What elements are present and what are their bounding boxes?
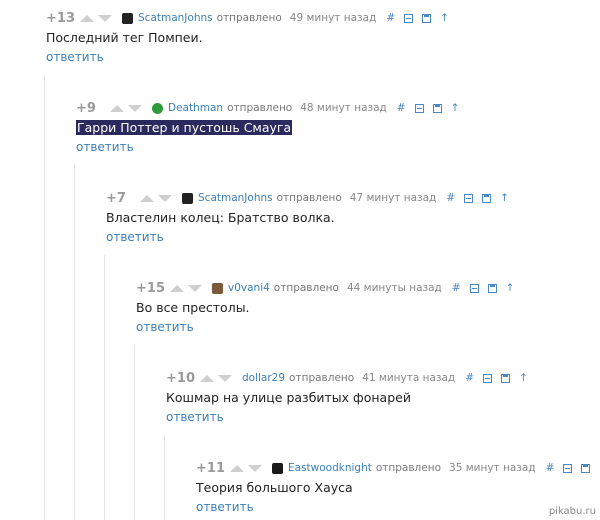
comment-rating: +15 (136, 280, 165, 296)
comment-text-span: Гарри Поттер и пустошь Смауга (76, 120, 293, 135)
avatar-icon (152, 102, 163, 114)
avatar-icon (212, 282, 223, 294)
reply-link[interactable]: ответить (166, 410, 224, 424)
downvote-icon[interactable] (248, 464, 262, 472)
upvote-icon[interactable] (110, 104, 124, 112)
downvote-icon[interactable] (218, 374, 232, 382)
comment-author[interactable]: Deathman (168, 102, 223, 114)
comment-time: 48 минут назад (300, 102, 387, 114)
collapse-icon[interactable] (469, 283, 479, 293)
downvote-icon[interactable] (128, 104, 142, 112)
avatar-icon (272, 462, 283, 474)
comment-text-span: Последний тег Помпеи. (46, 30, 203, 45)
comment-time: 49 минут назад (289, 12, 377, 24)
collapse-icon[interactable] (414, 103, 424, 113)
save-icon[interactable] (432, 103, 442, 113)
comment-rating: +9 (76, 100, 96, 116)
save-icon[interactable] (422, 13, 432, 23)
collapse-icon[interactable] (563, 463, 573, 473)
avatar-icon (182, 192, 193, 204)
save-icon[interactable] (501, 373, 511, 383)
parent-arrow-icon[interactable]: ↑ (500, 193, 509, 204)
permalink-icon[interactable]: # (546, 463, 555, 474)
comment-text: Во все престолы. (136, 300, 250, 315)
sent-label: отправлено (273, 282, 339, 294)
sent-label: отправлено (227, 102, 293, 114)
comment-author[interactable]: ScatmanJohns (198, 192, 273, 204)
comment-text: Властелин колец: Братство волка. (106, 210, 335, 225)
thread-line (164, 435, 165, 520)
reply-link[interactable]: ответить (46, 50, 104, 64)
parent-arrow-icon[interactable]: ↑ (519, 373, 528, 384)
comment-rating: +10 (166, 370, 195, 386)
parent-arrow-icon[interactable]: ↑ (451, 103, 460, 114)
parent-arrow-icon[interactable]: ↑ (440, 13, 449, 24)
save-icon[interactable] (487, 283, 497, 293)
collapse-icon[interactable] (464, 193, 474, 203)
comment-author[interactable]: ScatmanJohns (138, 12, 213, 24)
thread-line (104, 255, 105, 520)
save-icon[interactable] (581, 463, 591, 473)
reply-link[interactable]: ответить (76, 140, 134, 154)
downvote-icon[interactable] (158, 194, 172, 202)
permalink-icon[interactable]: # (446, 193, 455, 204)
comment-text-span: Во все престолы. (136, 300, 250, 315)
comment-time: 35 минут назад (449, 462, 536, 474)
thread-line (134, 345, 135, 520)
comments-page: { "comments": [ {"rating":"+13","author"… (0, 0, 600, 520)
comment-rating: +11 (196, 460, 225, 476)
upvote-icon[interactable] (80, 14, 94, 22)
save-icon[interactable] (482, 193, 492, 203)
comment-text-span: Властелин колец: Братство волка. (106, 210, 335, 225)
reply-link[interactable]: ответить (136, 320, 194, 334)
comment-time: 41 минута назад (362, 372, 456, 384)
sent-label: отправлено (375, 462, 442, 474)
collapse-icon[interactable] (404, 13, 414, 23)
comment-text-span: Кошмар на улице разбитых фонарей (166, 390, 411, 405)
collapse-icon[interactable] (483, 373, 493, 383)
reply-link[interactable]: ответить (106, 230, 164, 244)
upvote-icon[interactable] (230, 464, 244, 472)
permalink-icon[interactable]: # (397, 103, 406, 114)
watermark: pikabu.ru (548, 506, 596, 517)
comment-text: Кошмар на улице разбитых фонарей (166, 390, 411, 405)
upvote-icon[interactable] (140, 194, 154, 202)
comment-text: Теория большого Хауса (196, 480, 353, 495)
upvote-icon[interactable] (200, 374, 214, 382)
sent-label: отправлено (216, 12, 282, 24)
sent-label: отправлено (289, 372, 355, 384)
comment-time: 44 минуты назад (346, 282, 442, 294)
comment-rating: +13 (46, 10, 75, 26)
comment-author[interactable]: dollar29 (242, 372, 285, 384)
comment-rating: +7 (106, 190, 126, 206)
avatar-icon (122, 12, 133, 24)
parent-arrow-icon[interactable]: ↑ (506, 283, 515, 294)
reply-link[interactable]: ответить (196, 500, 254, 514)
thread-line (74, 165, 75, 520)
comment-author[interactable]: Eastwoodknight (288, 462, 372, 474)
thread-line (44, 75, 45, 520)
permalink-icon[interactable]: # (465, 373, 474, 384)
comment-time: 47 минут назад (349, 192, 437, 204)
sent-label: отправлено (276, 192, 342, 204)
permalink-icon[interactable]: # (452, 283, 461, 294)
upvote-icon[interactable] (170, 284, 184, 292)
comment-text: Гарри Поттер и пустошь Смауга (76, 120, 293, 135)
comment-author[interactable]: v0vani4 (228, 282, 270, 294)
comment-text-span: Теория большого Хауса (196, 480, 353, 495)
downvote-icon[interactable] (98, 14, 112, 22)
comment-text: Последний тег Помпеи. (46, 30, 203, 45)
downvote-icon[interactable] (188, 284, 202, 292)
permalink-icon[interactable]: # (386, 13, 395, 24)
